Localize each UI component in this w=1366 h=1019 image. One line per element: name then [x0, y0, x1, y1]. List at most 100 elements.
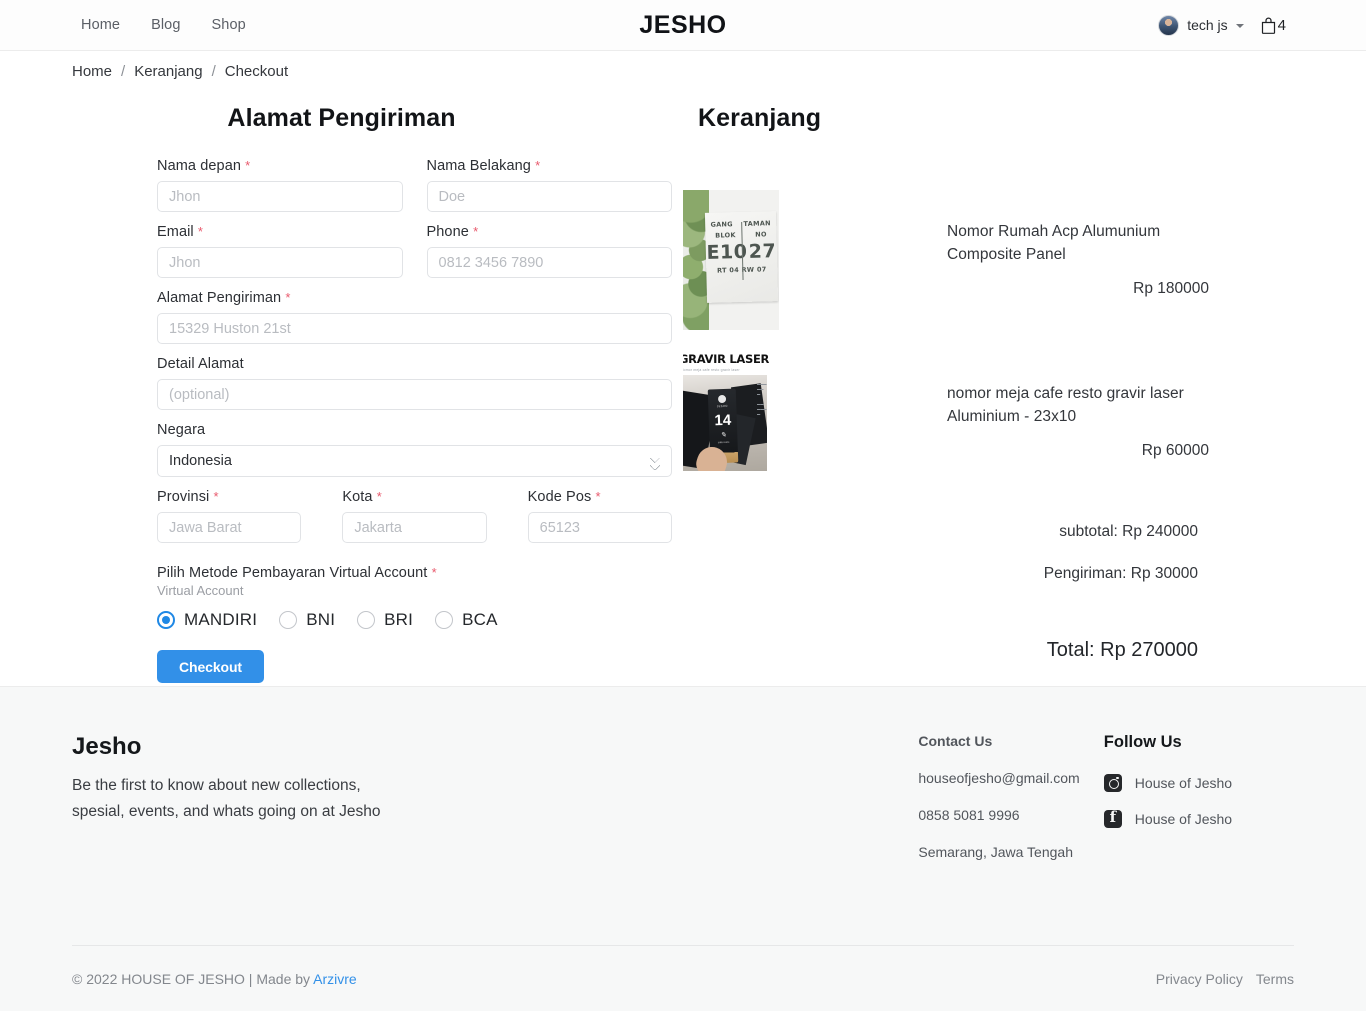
payment-option-bni[interactable]: BNI	[279, 610, 335, 630]
board-logo-icon	[717, 394, 727, 404]
header-actions: tech js 4	[1158, 14, 1286, 36]
shipping-form: Nama depan * Nama Belakang * Email	[157, 158, 672, 683]
city-input[interactable]	[342, 512, 487, 543]
first-name-input[interactable]	[157, 181, 403, 212]
radio-bri-icon[interactable]	[357, 611, 376, 629]
breadcrumb-item-home[interactable]: Home	[72, 63, 112, 80]
nav-link-home[interactable]: Home	[81, 17, 120, 33]
instagram-handle: House of Jesho	[1134, 775, 1233, 791]
payment-option-bri[interactable]: BRI	[357, 610, 413, 630]
field-country: Negara Indonesia	[157, 422, 672, 477]
payment-radio-group: MANDIRI BNI BRI BCA	[157, 610, 672, 630]
footer-contact-email[interactable]: houseofjesho@gmail.com	[918, 770, 1103, 786]
address-detail-input[interactable]	[157, 379, 672, 410]
footer-follow-title: Follow Us	[1103, 733, 1182, 751]
footer-contact-block: Contact Us houseofjesho@gmail.com 0858 5…	[918, 733, 1103, 881]
payment-method-hint: Virtual Account	[157, 583, 244, 598]
plate-top-left: GANG	[710, 220, 733, 229]
field-address-detail: Detail Alamat	[157, 356, 672, 410]
cart-item-price: Rp 60000	[1141, 442, 1209, 459]
checkout-main: Alamat Pengiriman Nama depan * Nama Bela…	[0, 80, 1366, 686]
privacy-policy-link[interactable]: Privacy Policy	[1156, 971, 1243, 987]
label-payment-method: Pilih Metode Pembayaran Virtual Account …	[157, 565, 672, 581]
province-input[interactable]	[157, 512, 302, 543]
country-select[interactable]: Indonesia	[157, 445, 672, 477]
plate-top-right: TAMAN	[743, 219, 771, 228]
payment-option-label: BCA	[462, 610, 498, 629]
table-number-gravir-laser-photo: GRAVIR LASER Nomor meja cafe resto gravi…	[683, 352, 779, 477]
email-input[interactable]	[157, 247, 403, 278]
footer-facebook-link[interactable]: House of Jesho	[1103, 808, 1294, 828]
breadcrumb-item-checkout[interactable]: Checkout	[225, 63, 288, 80]
breadcrumb-item-keranjang[interactable]: Keranjang	[134, 63, 202, 80]
shopping-bag-icon	[1261, 17, 1275, 34]
label-text: Kode Pos	[527, 489, 592, 505]
radio-bca-icon[interactable]	[435, 611, 454, 629]
plate-sub-left: BLOK	[715, 231, 736, 240]
payment-option-bca[interactable]: BCA	[435, 610, 498, 630]
label-address: Alamat Pengiriman *	[157, 290, 672, 306]
label-country: Negara	[157, 422, 206, 438]
footer-instagram-link[interactable]: House of Jesho	[1103, 774, 1294, 792]
field-last-name: Nama Belakang *	[426, 158, 672, 212]
payment-method-section: Pilih Metode Pembayaran Virtual Account …	[157, 565, 672, 683]
field-phone: Phone *	[426, 224, 673, 278]
page-title: Alamat Pengiriman	[227, 104, 456, 132]
cart-summary-section: Keranjang GANG TAMAN BLOK NO E10 27 RT 0…	[683, 80, 1366, 686]
required-marker: *	[285, 290, 291, 305]
label-address-detail: Detail Alamat	[157, 356, 244, 372]
terms-link[interactable]: Terms	[1256, 971, 1294, 987]
postal-code-input[interactable]	[527, 512, 672, 543]
footer-brand-name: Jesho	[72, 733, 142, 760]
cart-button[interactable]: 4	[1261, 17, 1286, 34]
nav-link-blog[interactable]: Blog	[151, 17, 180, 33]
field-first-name: Nama depan *	[157, 158, 403, 212]
flyer-subtitle: Nomor meja cafe resto gravir laser	[683, 368, 740, 372]
primary-nav: Home Blog Shop	[81, 17, 246, 33]
address-input[interactable]	[157, 313, 672, 344]
label-text: Kota	[342, 489, 373, 505]
payment-option-label: BRI	[384, 610, 414, 629]
top-navbar: Home Blog Shop JESHO tech js 4	[0, 0, 1366, 51]
checkout-button[interactable]: Checkout	[157, 650, 264, 683]
author-link[interactable]: Arzivre	[313, 971, 357, 987]
payment-option-mandiri[interactable]: MANDIRI	[157, 610, 257, 630]
radio-mandiri-icon[interactable]	[157, 611, 175, 629]
board-brand: JESHO	[716, 403, 728, 409]
footer-columns: Jesho Be the first to know about new col…	[72, 687, 1294, 881]
required-marker: *	[245, 158, 251, 173]
facebook-handle: House of Jesho	[1134, 811, 1233, 827]
phone-input[interactable]	[426, 247, 672, 278]
footer-tagline-line2: spesial, events, and whats going on at J…	[72, 803, 381, 820]
board-number: 14	[714, 411, 732, 430]
nav-link-shop[interactable]: Shop	[212, 17, 246, 33]
footer-contact-title: Contact Us	[918, 733, 993, 749]
label-phone: Phone *	[427, 224, 673, 240]
cart-item: GANG TAMAN BLOK NO E10 27 RT 04 RW 07 No…	[683, 190, 1366, 330]
user-menu[interactable]: tech js	[1158, 14, 1244, 36]
contact-row: Email * Phone *	[157, 224, 672, 290]
product-image-house-number: GANG TAMAN BLOK NO E10 27 RT 04 RW 07	[683, 190, 779, 330]
footer-contact-phone[interactable]: 0858 5081 9996	[918, 807, 1103, 823]
flyer-title: GRAVIR LASER	[683, 352, 770, 366]
cart-item-name: Nomor Rumah Acp Alumunium Composite Pane…	[947, 223, 1161, 263]
board-scribble: ✎	[720, 430, 727, 440]
house-number-plate-photo: GANG TAMAN BLOK NO E10 27 RT 04 RW 07	[683, 190, 779, 330]
cart-item-price: Rp 180000	[1133, 280, 1209, 297]
copyright-prefix: © 2022 HOUSE OF JESHO | Made by	[72, 970, 314, 987]
radio-bni-icon[interactable]	[279, 611, 298, 629]
instagram-icon	[1103, 774, 1122, 792]
copyright-text: © 2022 HOUSE OF JESHO | Made by Arzivre	[72, 971, 357, 987]
plate-house-number: 27	[748, 240, 777, 263]
name-row: Nama depan * Nama Belakang *	[157, 158, 672, 224]
required-marker: *	[431, 565, 437, 580]
label-text: Email	[157, 224, 194, 240]
cart-item-list: GANG TAMAN BLOK NO E10 27 RT 04 RW 07 No…	[683, 190, 1366, 477]
field-email: Email *	[157, 224, 403, 278]
required-marker: *	[595, 489, 601, 504]
plate-sub-right: NO	[755, 230, 767, 239]
avatar	[1158, 14, 1180, 36]
last-name-input[interactable]	[426, 181, 672, 212]
label-text: Alamat Pengiriman	[157, 290, 282, 306]
flyer-photo: JESHO 14 ✎ cafe resto	[683, 375, 767, 471]
